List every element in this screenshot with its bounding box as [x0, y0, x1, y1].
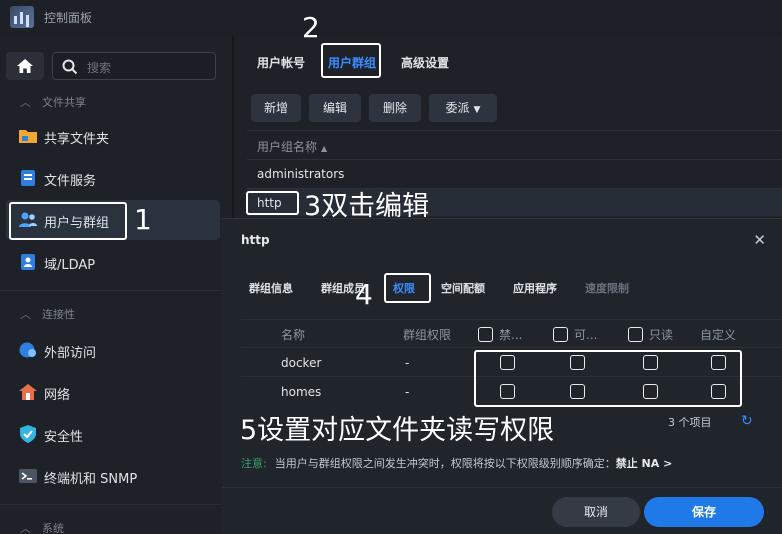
sidebar-item-domain-ldap[interactable]: 域/LDAP	[6, 242, 220, 282]
chevron-up-icon: ︿	[20, 308, 31, 321]
column-header-read-only[interactable]: 只读	[628, 326, 673, 343]
annotation-box	[384, 273, 431, 303]
control-panel-icon	[10, 6, 34, 28]
sidebar-divider	[0, 290, 232, 291]
column-header-name[interactable]: 名称	[281, 326, 305, 343]
dialog-title: http	[241, 233, 270, 247]
chevron-up-icon: ︿	[20, 522, 31, 534]
header-checkbox[interactable]	[553, 327, 568, 342]
cancel-button[interactable]: 取消	[552, 497, 640, 527]
home-icon	[17, 59, 33, 73]
annotation-text: 3双击编辑	[304, 191, 430, 222]
column-header-group-perm[interactable]: 群组权限	[403, 326, 451, 343]
window-title: 控制面板	[44, 11, 93, 25]
search-icon	[62, 59, 78, 75]
sidebar-item-terminal-snmp[interactable]: 终端机和 SNMP	[6, 456, 220, 496]
row-group-perm: -	[405, 356, 410, 370]
sidebar-item-label: 外部访问	[44, 346, 97, 361]
globe-icon	[19, 342, 36, 358]
column-header-no-access[interactable]: 禁...	[478, 326, 522, 343]
row-name: docker	[281, 356, 322, 370]
sidebar-item-file-services[interactable]: 文件服务	[6, 158, 220, 198]
shield-icon	[20, 425, 36, 443]
sidebar-item-label: 安全性	[44, 430, 84, 445]
tab-speed-limit[interactable]: 速度限制	[585, 280, 629, 296]
sidebar-item-network[interactable]: 网络	[6, 372, 220, 412]
domain-icon	[21, 254, 35, 270]
divider	[241, 319, 782, 320]
home-button[interactable]	[6, 52, 44, 80]
sidebar-item-security[interactable]: 安全性	[6, 414, 220, 454]
tab-applications[interactable]: 应用程序	[513, 280, 557, 296]
title-bar: 控制面板	[0, 0, 782, 36]
annotation-number: 1	[134, 203, 152, 236]
folder-icon	[19, 130, 37, 143]
row-name: homes	[281, 385, 322, 399]
item-count: 3 个项目	[668, 416, 712, 429]
delegate-dropdown[interactable]: 委派 ▼	[429, 94, 497, 122]
search-placeholder: 搜索	[87, 61, 112, 75]
delete-button[interactable]: 删除	[369, 94, 421, 122]
conflict-note: 注意: 当用户与群组权限之间发生冲突时，权限将按以下权限级别顺序确定：禁止 NA …	[241, 457, 673, 470]
tab-quota[interactable]: 空间配额	[441, 280, 485, 296]
sidebar-divider	[0, 504, 232, 505]
annotation-box	[474, 350, 742, 407]
sidebar-item-label: 网络	[44, 388, 71, 403]
annotation-box	[246, 191, 299, 215]
column-header-read-write[interactable]: 可...	[553, 326, 597, 343]
annotation-number: 4	[355, 278, 373, 311]
header-checkbox[interactable]	[478, 327, 493, 342]
header-checkbox[interactable]	[628, 327, 643, 342]
terminal-icon	[19, 469, 37, 483]
row-group-perm: -	[405, 385, 410, 399]
section-system[interactable]: ︿ 系统	[20, 520, 64, 534]
create-button[interactable]: 新增	[251, 94, 301, 122]
divider	[222, 487, 782, 488]
annotation-number: 2	[302, 11, 320, 44]
caret-down-icon: ▼	[473, 105, 481, 115]
network-icon	[19, 384, 37, 400]
sidebar: 搜索 ︿ 文件共享 共享文件夹 文件服务 用户与群组 域/LDAP ︿ 连接性 …	[0, 36, 232, 534]
sidebar-item-shared-folder[interactable]: 共享文件夹	[6, 116, 220, 156]
section-connectivity[interactable]: ︿ 连接性	[20, 306, 75, 324]
tab-user-accounts[interactable]: 用户帐号	[257, 54, 305, 71]
table-row[interactable]: administrators	[257, 167, 344, 181]
note-label: 注意:	[241, 457, 267, 470]
annotation-box	[321, 43, 381, 78]
file-services-icon	[21, 170, 35, 186]
section-file-sharing[interactable]: ︿ 文件共享	[20, 94, 86, 112]
search-input[interactable]: 搜索	[52, 52, 216, 80]
sidebar-item-label: 终端机和 SNMP	[44, 472, 138, 487]
tab-group-info[interactable]: 群组信息	[249, 280, 293, 296]
sidebar-item-label: 文件服务	[44, 174, 97, 189]
sidebar-item-label: 共享文件夹	[44, 132, 110, 147]
annotation-box	[9, 202, 127, 240]
sort-asc-icon: ▲	[321, 144, 328, 153]
annotation-text: 5设置对应文件夹读写权限	[240, 415, 555, 446]
save-button[interactable]: 保存	[644, 497, 764, 527]
column-header-custom[interactable]: 自定义	[700, 326, 736, 343]
tab-advanced-settings[interactable]: 高级设置	[401, 54, 449, 71]
sidebar-item-label: 域/LDAP	[44, 258, 96, 273]
sidebar-item-external-access[interactable]: 外部访问	[6, 330, 220, 370]
refresh-icon[interactable]: ↻	[741, 413, 753, 429]
close-icon[interactable]: ✕	[753, 231, 766, 249]
divider	[247, 130, 782, 131]
divider	[247, 159, 782, 160]
divider	[241, 347, 782, 348]
chevron-up-icon: ︿	[20, 96, 31, 109]
edit-button[interactable]: 编辑	[309, 94, 361, 122]
column-header-group-name[interactable]: 用户组名称 ▲	[257, 138, 327, 155]
